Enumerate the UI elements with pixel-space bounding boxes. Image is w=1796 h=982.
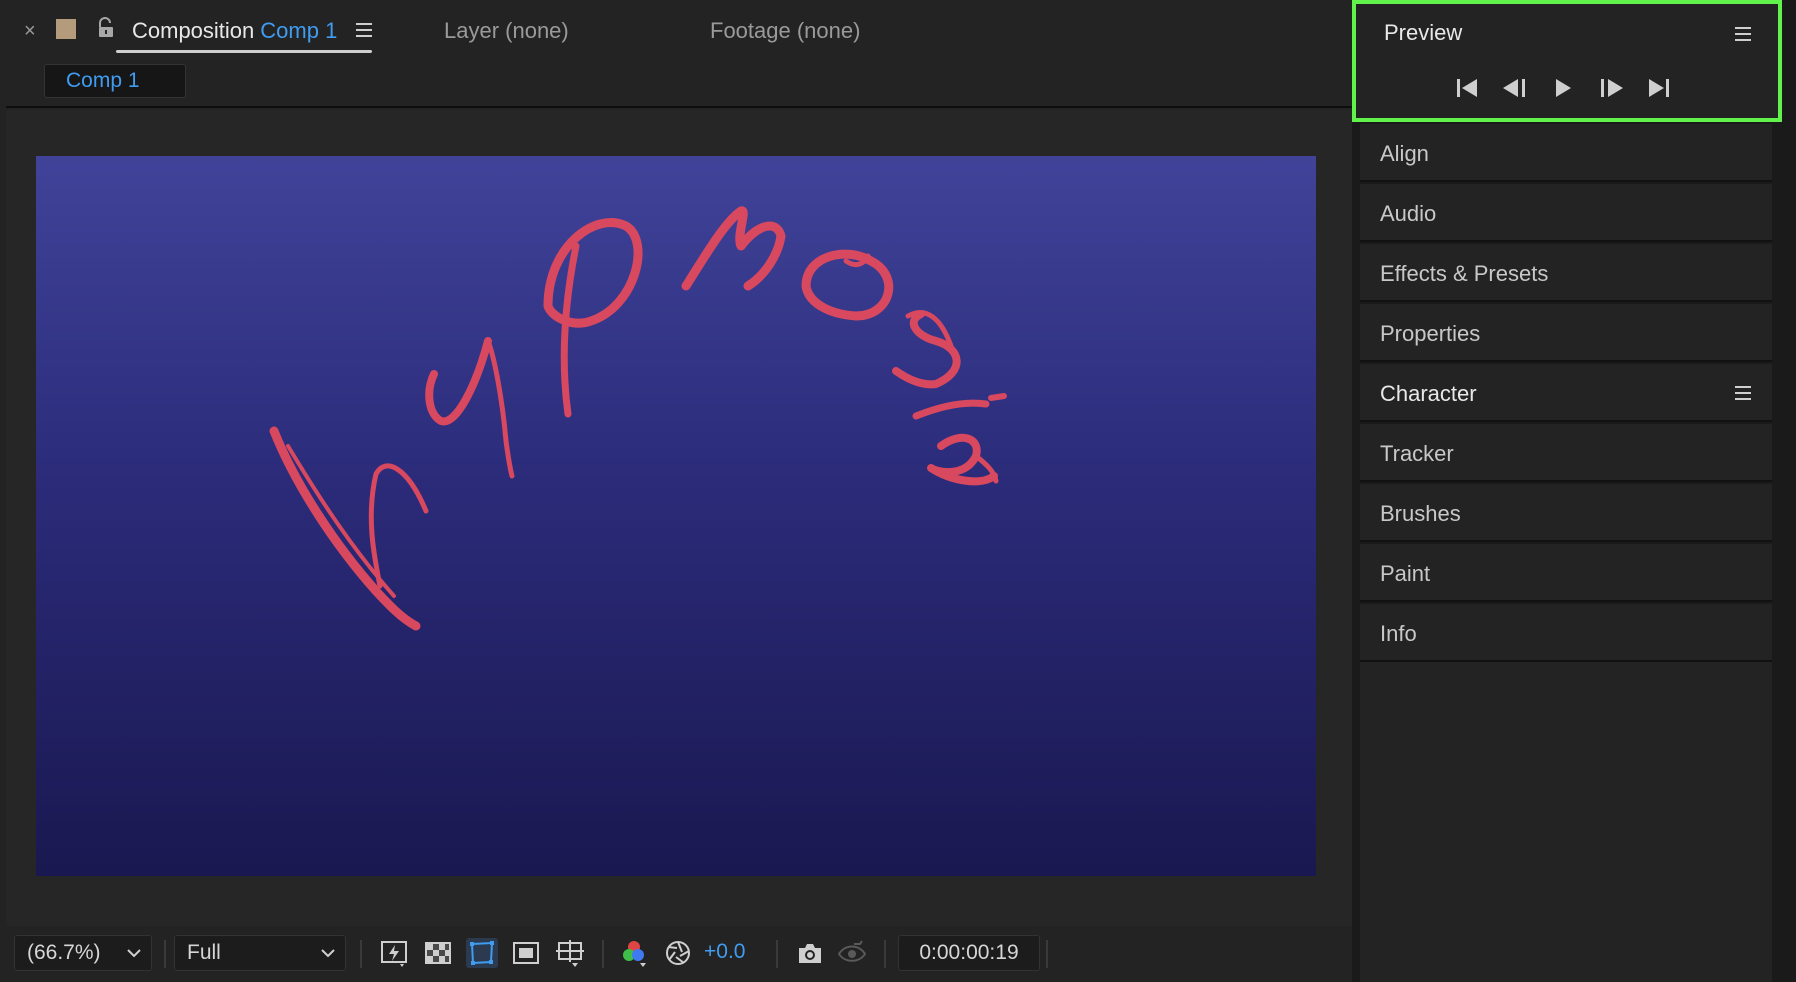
glyph-i	[912, 399, 990, 420]
panel-menu-icon[interactable]	[354, 21, 374, 39]
panel-menu-icon[interactable]	[1734, 385, 1752, 401]
grid-guides-icon[interactable]	[554, 938, 586, 968]
panel-tracker[interactable]: Tracker	[1360, 424, 1772, 482]
panel-audio[interactable]: Audio	[1360, 184, 1772, 242]
resolution-dropdown[interactable]: Full	[174, 935, 346, 971]
unlock-icon[interactable]	[94, 16, 118, 40]
panel-align-label: Align	[1380, 141, 1429, 166]
viewer-toolbar: (66.7%) Full +0.0 0:00:00:19	[6, 928, 1352, 978]
close-tab-icon[interactable]: ×	[24, 20, 36, 43]
toolbar-divider	[602, 940, 604, 968]
composition-tab-name: Comp 1	[260, 18, 338, 43]
preview-panel-title[interactable]: Preview	[1384, 20, 1462, 46]
panel-brushes-label: Brushes	[1380, 501, 1461, 526]
color-channels-icon[interactable]	[618, 938, 650, 968]
panel-character-label: Character	[1380, 381, 1477, 406]
hypnosis-brush-text	[269, 206, 1007, 631]
composition-tab-bar: × Composition Comp 1 Layer (none) Footage…	[0, 0, 1352, 60]
panel-info[interactable]: Info	[1360, 604, 1772, 662]
glyph-i-dot	[988, 393, 1007, 401]
fast-previews-icon[interactable]	[378, 938, 410, 968]
magnification-dropdown[interactable]: (66.7%)	[14, 935, 152, 971]
toolbar-divider	[776, 940, 778, 968]
transparency-grid-icon[interactable]	[422, 938, 454, 968]
panel-align[interactable]: Align	[1360, 124, 1772, 182]
show-snapshot-icon[interactable]	[836, 938, 868, 968]
glyph-s2	[927, 433, 998, 486]
resolution-value: Full	[187, 941, 221, 964]
panel-menu-icon[interactable]	[1734, 26, 1752, 42]
magnification-value: (66.7%)	[27, 941, 101, 964]
panel-properties[interactable]: Properties	[1360, 304, 1772, 362]
panel-character[interactable]: Character	[1360, 364, 1772, 422]
panel-paint[interactable]: Paint	[1360, 544, 1772, 602]
region-of-interest-icon[interactable]	[510, 938, 542, 968]
toolbar-divider	[360, 940, 362, 968]
exposure-value[interactable]: +0.0	[704, 940, 745, 964]
next-frame-icon[interactable]	[1594, 74, 1628, 102]
panel-effects-presets-label: Effects & Presets	[1380, 261, 1549, 286]
toolbar-divider	[884, 940, 886, 968]
glyph-h-stroke2	[368, 463, 429, 589]
glyph-n	[681, 206, 786, 291]
panel-brushes[interactable]: Brushes	[1360, 484, 1772, 542]
right-panel-dock: Preview Align Audio Effects & Presets Pr…	[1352, 0, 1796, 982]
snapshot-camera-icon[interactable]	[794, 938, 826, 968]
panel-paint-label: Paint	[1380, 561, 1431, 586]
panel-tracker-label: Tracker	[1380, 441, 1454, 466]
toolbar-divider	[164, 940, 166, 968]
panel-info-label: Info	[1380, 621, 1417, 646]
play-icon[interactable]	[1546, 74, 1580, 102]
layer-tab[interactable]: Layer (none)	[444, 18, 569, 44]
current-time-display[interactable]: 0:00:00:19	[898, 935, 1040, 971]
glyph-y	[425, 337, 492, 426]
panel-audio-label: Audio	[1380, 201, 1437, 226]
glyph-p-bowl	[543, 218, 643, 328]
composition-tab[interactable]: Composition Comp 1	[132, 18, 337, 44]
glyph-p-stem	[560, 242, 580, 418]
glyph-s	[892, 310, 961, 389]
toolbar-divider	[1046, 940, 1048, 968]
reset-exposure-icon[interactable]	[662, 938, 694, 968]
panel-effects-presets[interactable]: Effects & Presets	[1360, 244, 1772, 302]
panel-properties-label: Properties	[1380, 321, 1481, 346]
chevron-down-icon	[321, 949, 335, 958]
first-frame-icon[interactable]	[1450, 74, 1484, 102]
preview-panel: Preview	[1352, 0, 1782, 122]
comp-navigator-chip[interactable]: Comp 1	[44, 64, 186, 98]
composition-tab-label: Composition	[132, 18, 255, 43]
footage-tab[interactable]: Footage (none)	[710, 18, 860, 44]
composition-color-swatch[interactable]	[56, 19, 76, 39]
chevron-down-icon	[127, 949, 141, 958]
glyph-y-tail	[485, 338, 515, 479]
composition-panel: × Composition Comp 1 Layer (none) Footage…	[0, 0, 1352, 982]
mask-path-visibility-icon[interactable]	[466, 938, 498, 968]
panel-empty-area	[1360, 662, 1772, 982]
last-frame-icon[interactable]	[1642, 74, 1676, 102]
composition-navigator-bar: Comp 1	[6, 60, 1352, 108]
composition-viewer[interactable]	[6, 110, 1352, 926]
after-effects-workspace: × Composition Comp 1 Layer (none) Footage…	[0, 0, 1796, 982]
active-tab-indicator	[116, 50, 372, 53]
composition-canvas[interactable]	[36, 156, 1316, 876]
prev-frame-icon[interactable]	[1498, 74, 1532, 102]
